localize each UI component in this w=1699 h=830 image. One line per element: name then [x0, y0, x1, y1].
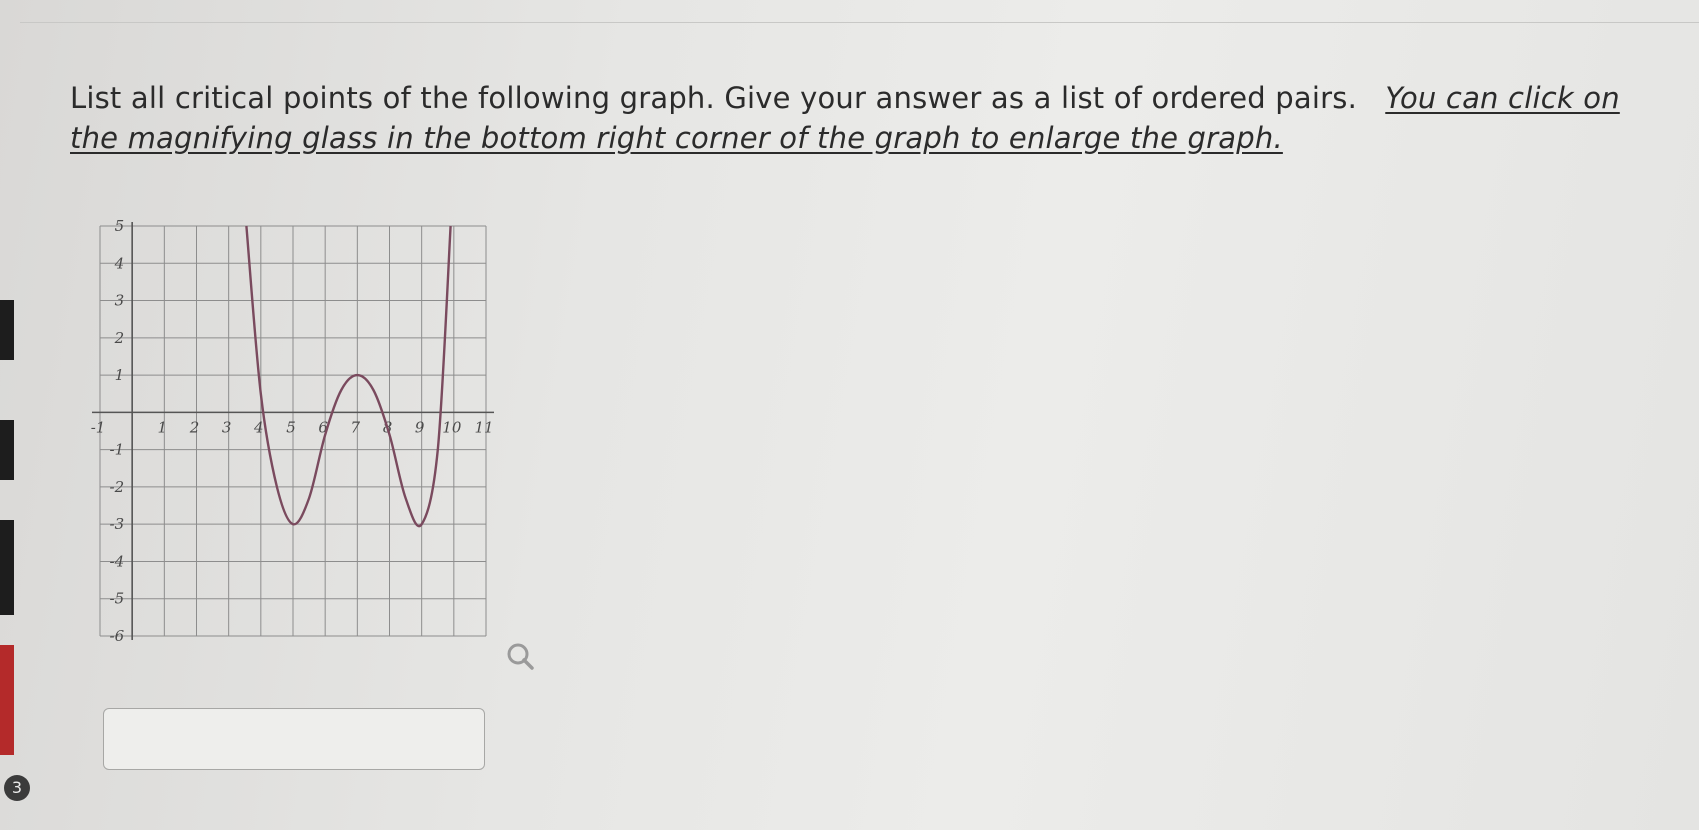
top-divider [20, 22, 1699, 23]
y-tick-label: -4 [110, 552, 125, 570]
function-curve [245, 225, 452, 528]
y-tick-label: -5 [110, 590, 125, 608]
graph-tick-labels: -1 1 2 3 4 5 6 7 8 9 10 1154321-1-2-3-4-5-6 [91, 220, 494, 645]
x-tick-label: 5 [286, 418, 296, 436]
left-toolbar-strip: 3 [0, 0, 30, 830]
y-tick-label: 4 [114, 254, 125, 272]
y-tick-label: -1 [110, 441, 125, 459]
page: 3 List all critical points of the follow… [0, 0, 1699, 830]
x-tick-label: 11 [474, 418, 493, 436]
toolbar-segment [0, 300, 14, 360]
x-tick-label: 2 [189, 418, 200, 436]
y-tick-label: 3 [115, 292, 125, 310]
question-prompt: List all critical points of the followin… [70, 78, 1630, 158]
y-tick-label: -3 [110, 515, 125, 533]
step-badge[interactable]: 3 [4, 775, 30, 801]
question-text: List all critical points of the followin… [70, 81, 1357, 115]
y-tick-label: 5 [115, 220, 125, 235]
x-tick-label: 1 [158, 418, 168, 436]
x-tick-label: 9 [415, 418, 425, 436]
function-graph: -1 1 2 3 4 5 6 7 8 9 10 1154321-1-2-3-4-5-6 [91, 220, 534, 670]
toolbar-segment [0, 520, 14, 615]
answer-input[interactable] [103, 708, 485, 770]
y-tick-label: 2 [114, 329, 125, 347]
x-tick-label: -1 [91, 418, 106, 436]
y-tick-label: -6 [110, 627, 125, 645]
y-tick-label: -2 [110, 478, 125, 496]
toolbar-red-tab[interactable] [0, 645, 14, 755]
y-tick-label: 1 [115, 366, 125, 384]
magnifying-glass-icon[interactable] [507, 643, 534, 670]
x-tick-label: 4 [253, 418, 264, 436]
x-tick-label: 3 [222, 418, 232, 436]
x-tick-label: 10 [442, 418, 462, 436]
toolbar-segment [0, 420, 14, 480]
x-tick-label: 7 [351, 418, 361, 436]
